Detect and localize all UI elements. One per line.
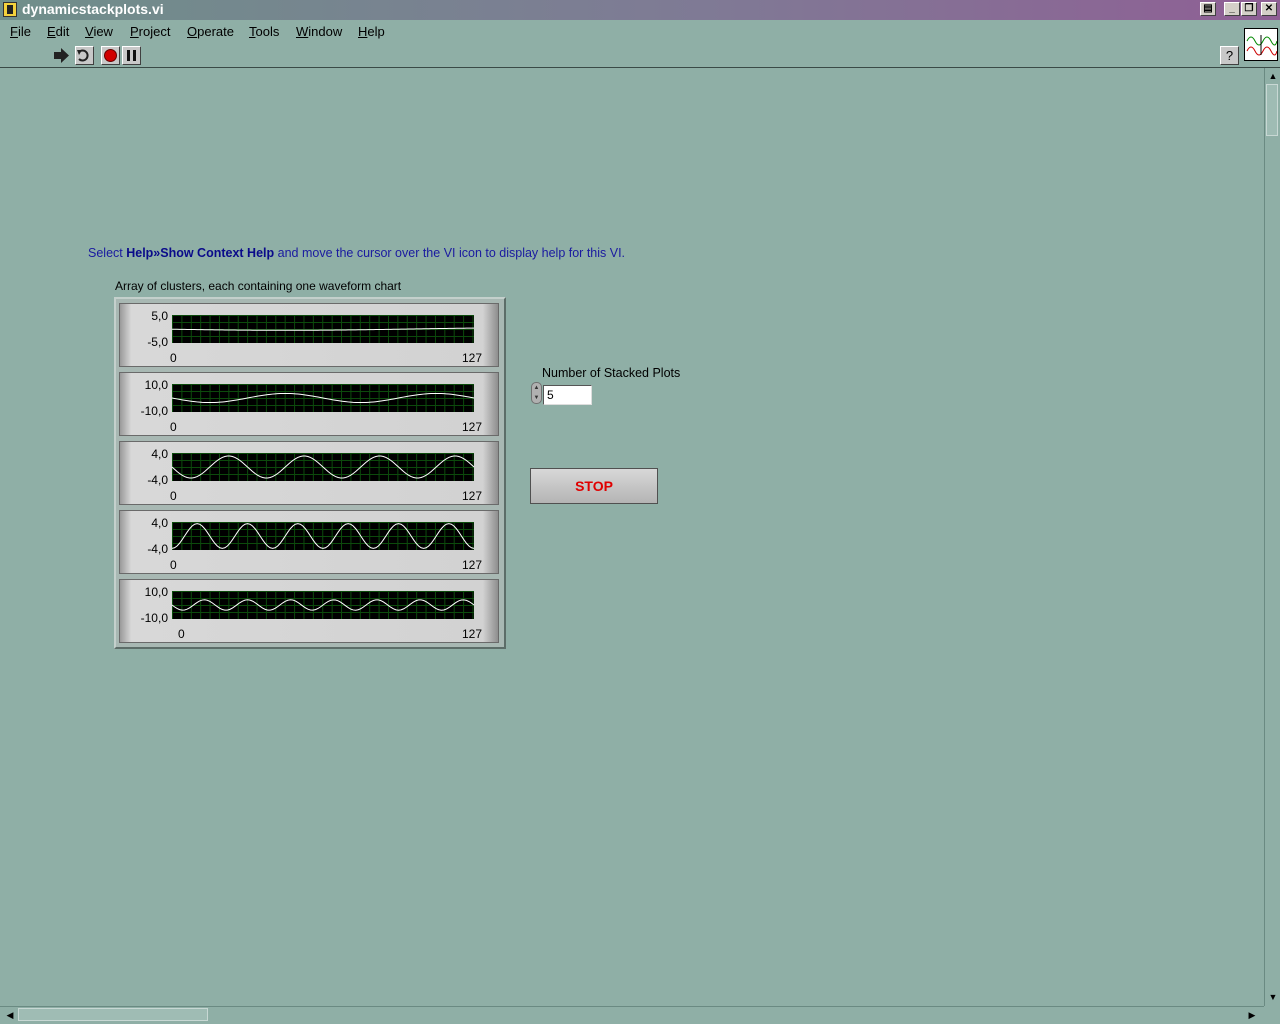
y-axis-max-label: 10,0 bbox=[144, 585, 168, 599]
menu-project[interactable]: Project bbox=[130, 24, 170, 39]
run-continuously-icon[interactable] bbox=[75, 46, 94, 65]
restore-icon[interactable]: ❐ bbox=[1241, 2, 1257, 16]
menu-operate[interactable]: Operate bbox=[187, 24, 234, 39]
vertical-scrollbar[interactable]: ▲ ▼ bbox=[1264, 68, 1280, 1006]
waveform-trace bbox=[171, 455, 475, 479]
horizontal-scroll-thumb[interactable] bbox=[18, 1008, 208, 1021]
menu-window[interactable]: Window bbox=[296, 24, 342, 39]
number-of-plots-input[interactable] bbox=[543, 385, 592, 405]
help-menu-path: Help»Show Context Help bbox=[126, 246, 275, 260]
x-axis-max-label: 127 bbox=[462, 420, 483, 434]
x-axis-min-label: 0 bbox=[170, 351, 177, 365]
menu-file[interactable]: File bbox=[10, 24, 31, 39]
scroll-down-icon[interactable]: ▼ bbox=[1266, 990, 1280, 1004]
minimize-icon[interactable]: _ bbox=[1224, 2, 1240, 16]
window-title: dynamicstackplots.vi bbox=[22, 1, 164, 17]
waveform-plot-area[interactable] bbox=[171, 384, 475, 412]
x-axis-min-label: 0 bbox=[170, 489, 177, 503]
y-axis-max-label: 4,0 bbox=[151, 516, 168, 530]
waveform-trace bbox=[171, 392, 475, 404]
labview-app-icon[interactable] bbox=[3, 2, 17, 17]
x-axis-min-label: 0 bbox=[170, 420, 177, 434]
number-of-plots-label: Number of Stacked Plots bbox=[542, 366, 681, 380]
waveform-chart-cluster: 4,0 -4,0 0 127 bbox=[119, 441, 499, 505]
help-suffix: and move the cursor over the VI icon to … bbox=[274, 246, 626, 260]
menu-tools[interactable]: Tools bbox=[249, 24, 279, 39]
y-axis-max-label: 4,0 bbox=[151, 447, 168, 461]
y-axis-min-label: -10,0 bbox=[140, 404, 168, 418]
y-axis-min-label: -4,0 bbox=[147, 473, 168, 487]
context-help-hint: Select Help»Show Context Help and move t… bbox=[88, 246, 625, 260]
pause-icon[interactable] bbox=[122, 46, 141, 65]
increment-decrement-arrows[interactable]: ▲ ▼ bbox=[531, 382, 542, 404]
array-label: Array of clusters, each containing one w… bbox=[115, 279, 402, 293]
y-axis-min-label: -10,0 bbox=[140, 611, 168, 625]
x-axis-max-label: 127 bbox=[462, 558, 483, 572]
close-icon[interactable]: ✕ bbox=[1261, 2, 1277, 16]
waveform-plot-area[interactable] bbox=[171, 315, 475, 343]
scroll-right-icon[interactable]: ▶ bbox=[1245, 1008, 1259, 1022]
y-axis-min-label: -4,0 bbox=[147, 542, 168, 556]
abort-icon[interactable] bbox=[101, 46, 120, 65]
context-help-icon[interactable]: ? bbox=[1220, 46, 1239, 65]
x-axis-max-label: 127 bbox=[462, 489, 483, 503]
menu-view[interactable]: View bbox=[85, 24, 113, 39]
stop-button[interactable]: STOP bbox=[530, 468, 658, 504]
help-prefix: Select bbox=[88, 246, 127, 260]
waveform-trace bbox=[171, 599, 475, 611]
vertical-scroll-thumb[interactable] bbox=[1266, 84, 1278, 136]
y-axis-max-label: 10,0 bbox=[144, 378, 168, 392]
x-axis-min-label: 0 bbox=[170, 558, 177, 572]
waveform-chart-cluster: 4,0 -4,0 0 127 bbox=[119, 510, 499, 574]
waveform-plot-area[interactable] bbox=[171, 522, 475, 550]
x-axis-max-label: 127 bbox=[462, 351, 483, 365]
waveform-trace bbox=[171, 523, 475, 549]
scroll-left-icon[interactable]: ◀ bbox=[3, 1008, 17, 1022]
y-axis-max-label: 5,0 bbox=[151, 309, 168, 323]
menu-edit[interactable]: Edit bbox=[47, 24, 69, 39]
x-axis-min-label: 0 bbox=[178, 627, 185, 641]
waveform-plot-area[interactable] bbox=[171, 591, 475, 619]
x-axis-max-label: 127 bbox=[462, 627, 483, 641]
waveform-vi-icon[interactable] bbox=[1244, 28, 1278, 61]
print-icon[interactable]: ▤ bbox=[1200, 2, 1216, 16]
waveform-chart-cluster: 10,0 -10,0 0 127 bbox=[119, 372, 499, 436]
waveform-chart-cluster: 5,0 -5,0 0 127 bbox=[119, 303, 499, 367]
toolbar: ? bbox=[0, 42, 1280, 68]
menu-help[interactable]: Help bbox=[358, 24, 385, 39]
svg-text:?: ? bbox=[1226, 48, 1233, 63]
waveform-trace bbox=[171, 327, 475, 331]
menu-bar: File Edit View Project Operate Tools Win… bbox=[0, 20, 1280, 42]
waveform-chart-cluster: 10,0 -10,0 0 127 bbox=[119, 579, 499, 643]
waveform-plot-area[interactable] bbox=[171, 453, 475, 481]
title-bar[interactable]: dynamicstackplots.vi ▤ _ ❐ ✕ bbox=[0, 0, 1280, 20]
scroll-up-icon[interactable]: ▲ bbox=[1266, 69, 1280, 83]
y-axis-min-label: -5,0 bbox=[147, 335, 168, 349]
size-grip bbox=[1264, 1006, 1280, 1024]
run-icon[interactable] bbox=[52, 46, 71, 65]
